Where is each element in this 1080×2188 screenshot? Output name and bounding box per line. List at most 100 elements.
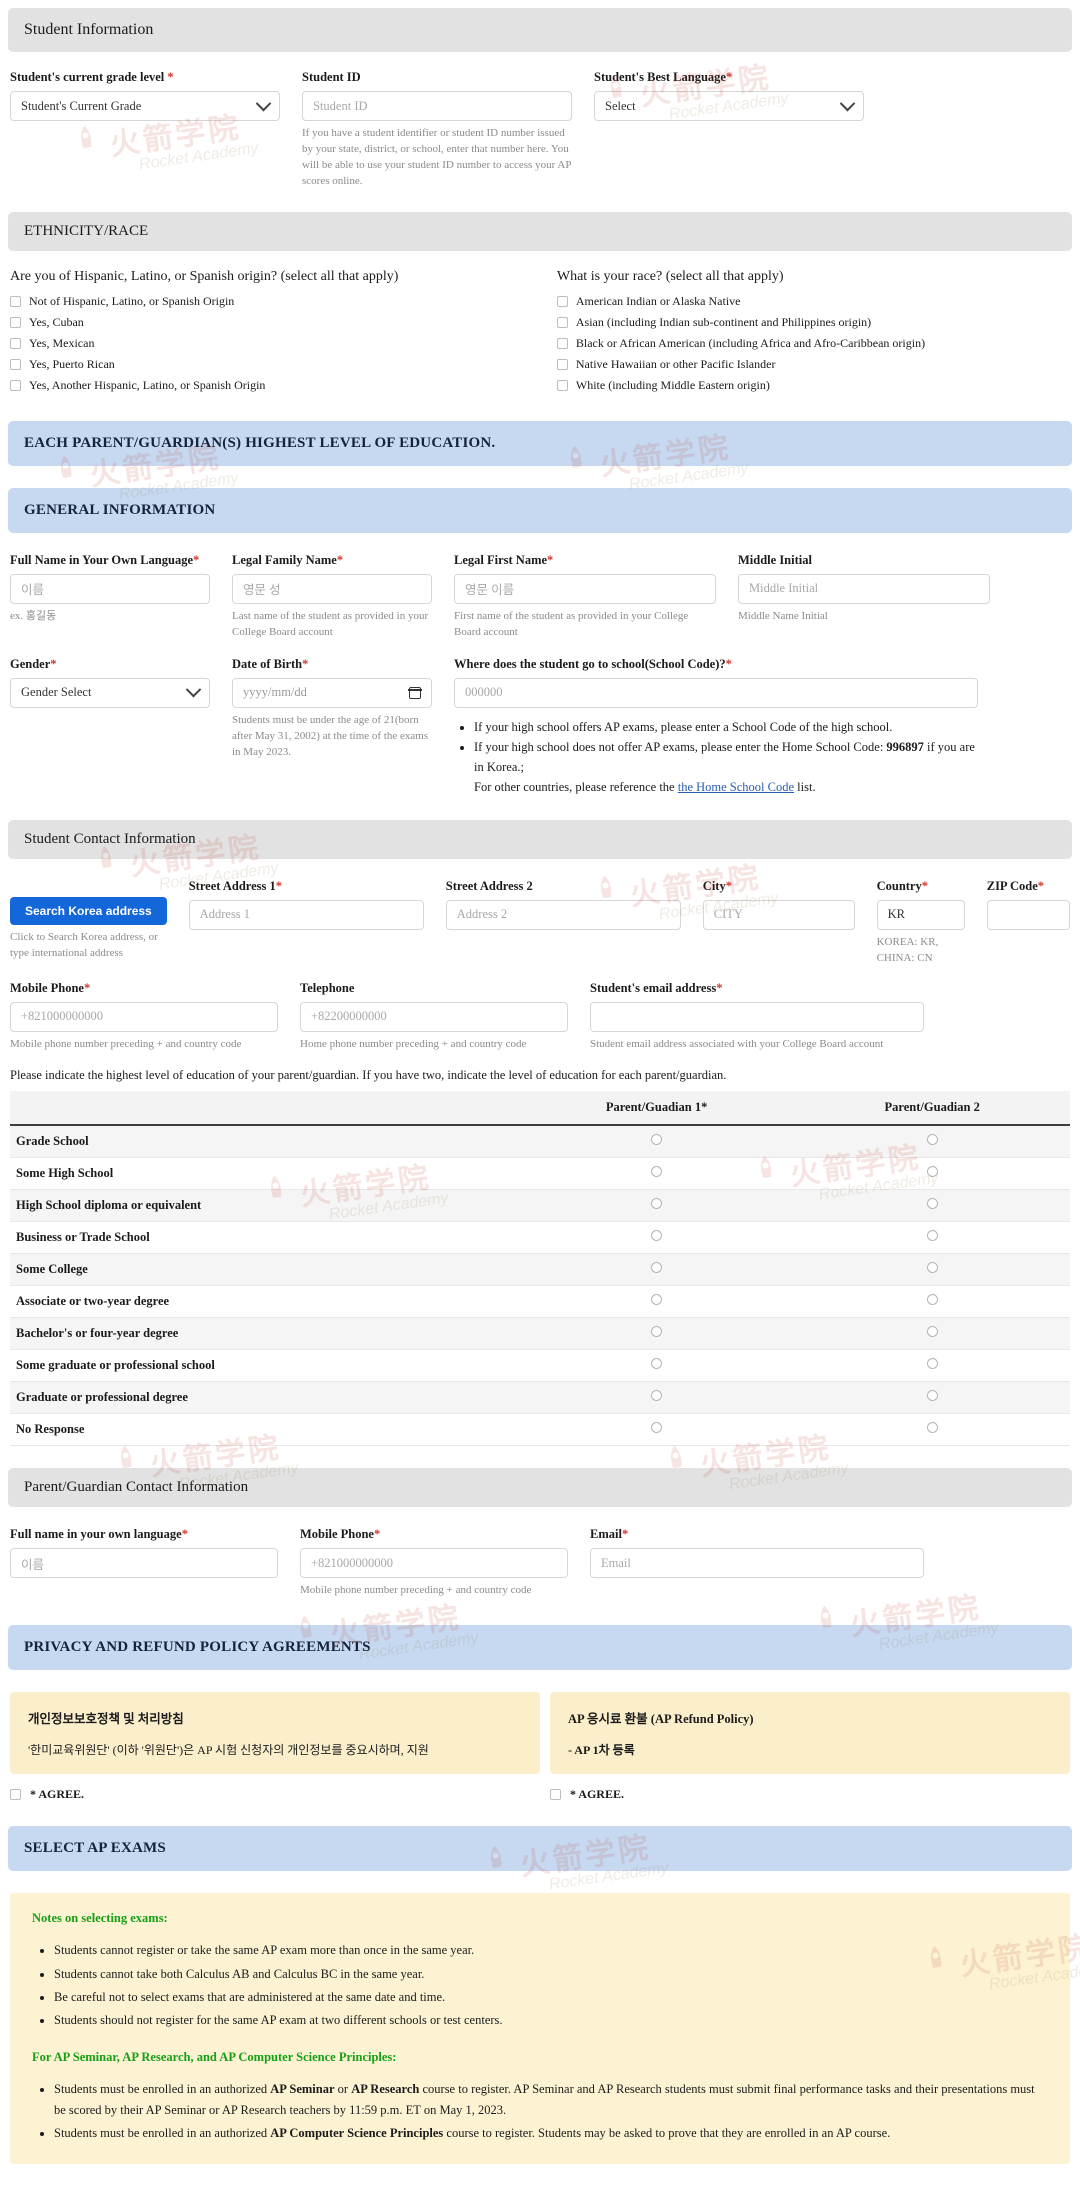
education-level-label: Business or Trade School [10,1221,519,1255]
checkbox-icon[interactable] [556,379,568,391]
radio-icon[interactable] [926,1262,938,1274]
parent1-radio-cell[interactable] [518,1381,795,1415]
race-option-0[interactable]: American Indian or Alaska Native [556,294,1070,309]
radio-icon[interactable] [651,1198,663,1210]
school-code-input[interactable]: 000000 [454,677,978,708]
hispanic-option-0[interactable]: Not of Hispanic, Latino, or Spanish Orig… [10,294,543,309]
student-id-input[interactable]: Student ID [302,91,572,121]
refund-agree-row[interactable]: * AGREE. [549,1787,1070,1802]
checkbox-icon[interactable] [10,337,21,349]
radio-icon[interactable] [926,1422,938,1434]
radio-icon[interactable] [926,1326,938,1338]
parent1-radio-cell[interactable] [518,1285,795,1319]
checkbox-icon[interactable] [556,316,568,328]
legal-first-name-label: Legal First Name* [454,552,554,567]
radio-icon[interactable] [651,1294,663,1306]
radio-icon[interactable] [926,1166,938,1178]
checkbox-icon[interactable] [10,295,21,307]
date-of-birth-input[interactable]: yyyy/mm/dd [232,677,432,708]
hispanic-option-3[interactable]: Yes, Puerto Rican [10,357,543,372]
radio-icon[interactable] [651,1326,663,1338]
radio-icon[interactable] [926,1134,938,1146]
checkbox-icon[interactable] [10,379,21,391]
telephone-hint: Home phone number preceding + and countr… [300,1037,527,1050]
legal-family-name-input[interactable]: 영문 성 [232,573,432,604]
radio-icon[interactable] [651,1358,663,1370]
radio-icon[interactable] [651,1134,663,1146]
legal-first-name-hint: First name of the student as provided in… [454,609,689,638]
parent1-radio-cell[interactable] [518,1157,795,1191]
student-email-input[interactable] [590,1001,924,1032]
checkbox-icon[interactable] [549,1789,561,1801]
parent2-radio-cell[interactable] [794,1221,1070,1255]
student-email-field: Student's email address* Student email a… [590,981,924,1053]
city-input[interactable]: CITY [702,899,855,930]
home-school-code-link[interactable]: the Home School Code [678,780,794,794]
parent2-radio-cell[interactable] [794,1413,1070,1447]
checkbox-icon[interactable] [556,358,568,370]
legal-first-name-input[interactable]: 영문 이름 [454,573,716,604]
gender-select[interactable]: Gender Select [10,677,210,708]
education-level-label: Grade School [10,1125,519,1159]
radio-icon[interactable] [651,1262,663,1274]
full-name-own-language-input[interactable]: 이름 [10,573,210,604]
radio-icon[interactable] [926,1390,938,1402]
telephone-input[interactable]: +82200000000 [300,1001,568,1032]
parent2-radio-cell[interactable] [794,1349,1070,1383]
zip-code-input[interactable] [986,899,1070,930]
telephone-label: Telephone [300,980,355,995]
checkbox-icon[interactable] [10,1789,21,1801]
mobile-phone-hint: Mobile phone number preceding + and coun… [10,1037,242,1050]
parent2-radio-cell[interactable] [794,1317,1070,1351]
parent1-radio-cell[interactable] [518,1253,795,1287]
parent2-radio-cell[interactable] [794,1253,1070,1287]
checkbox-icon[interactable] [10,316,21,328]
parent1-radio-cell[interactable] [518,1349,795,1383]
parent2-radio-cell[interactable] [794,1285,1070,1319]
checkbox-icon[interactable] [556,295,568,307]
checkbox-icon[interactable] [10,358,21,370]
parent1-radio-cell[interactable] [518,1317,795,1351]
street-address-2-input[interactable]: Address 2 [445,899,681,930]
radio-icon[interactable] [926,1198,938,1210]
radio-icon[interactable] [651,1230,663,1242]
search-korea-address-button[interactable]: Search Korea address [10,896,167,925]
calendar-icon[interactable] [408,686,422,699]
parent-mobile-phone-input[interactable]: +821000000000 [300,1548,568,1579]
radio-icon[interactable] [926,1294,938,1306]
checkbox-icon[interactable] [556,337,568,349]
race-option-4[interactable]: White (including Middle Eastern origin) [556,378,1070,393]
radio-icon[interactable] [651,1390,663,1402]
country-input[interactable]: KR [876,899,965,930]
parent-email-input[interactable]: Email [590,1548,924,1579]
parent1-radio-cell[interactable] [518,1125,795,1159]
hispanic-option-2[interactable]: Yes, Mexican [10,336,543,351]
parent2-radio-cell[interactable] [794,1125,1070,1159]
parent2-radio-cell[interactable] [794,1157,1070,1191]
search-korea-address-group: Search Korea address Click to Search Kor… [10,879,167,967]
radio-icon[interactable] [651,1166,663,1178]
hispanic-option-4[interactable]: Yes, Another Hispanic, Latino, or Spanis… [10,378,543,393]
race-option-1[interactable]: Asian (including Indian sub-continent an… [556,315,1070,330]
grade-level-select[interactable]: Student's Current Grade [10,91,280,121]
parent-full-name-input[interactable]: 이름 [10,1548,278,1579]
mobile-phone-input[interactable]: +821000000000 [10,1001,278,1032]
full-name-own-language-label: Full Name in Your Own Language* [10,552,200,567]
race-option-2[interactable]: Black or African American (including Afr… [556,336,1070,351]
race-option-3[interactable]: Native Hawaiian or other Pacific Islande… [556,357,1070,372]
education-level-label: No Response [10,1413,519,1447]
parent1-radio-cell[interactable] [518,1413,795,1447]
parent1-radio-cell[interactable] [518,1189,795,1223]
parent1-radio-cell[interactable] [518,1221,795,1255]
privacy-agree-row[interactable]: * AGREE. [10,1787,540,1802]
radio-icon[interactable] [926,1230,938,1242]
parent2-radio-cell[interactable] [794,1189,1070,1223]
radio-icon[interactable] [926,1358,938,1370]
street-address-1-input[interactable]: Address 1 [188,899,424,930]
parent2-radio-cell[interactable] [794,1381,1070,1415]
radio-icon[interactable] [651,1422,663,1434]
middle-initial-input[interactable]: Middle Initial [738,573,990,604]
hispanic-option-1[interactable]: Yes, Cuban [10,315,543,330]
refund-agree-label: * AGREE. [569,1787,624,1802]
best-language-select[interactable]: Select [594,91,864,121]
